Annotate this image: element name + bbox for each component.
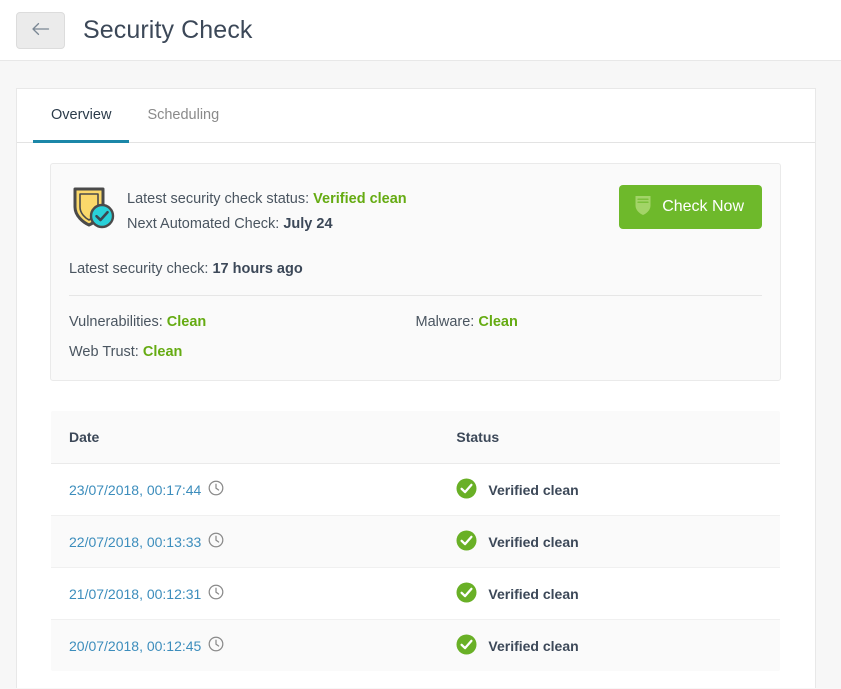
tab-bar: Overview Scheduling — [17, 89, 815, 143]
back-arrow-icon — [31, 22, 50, 39]
status-label: Verified clean — [488, 637, 579, 654]
tab-overview[interactable]: Overview — [33, 89, 130, 143]
latest-check-line: Latest security check: 17 hours ago — [69, 261, 762, 277]
cell-date: 21/07/2018, 00:12:31 — [51, 567, 438, 620]
date-link[interactable]: 22/07/2018, 00:13:33 — [69, 534, 201, 550]
page-title: Security Check — [83, 15, 253, 44]
date-link[interactable]: 20/07/2018, 00:12:45 — [69, 638, 201, 654]
latest-status-line: Latest security check status: Verified c… — [127, 187, 619, 212]
back-button[interactable] — [16, 11, 65, 49]
panel-divider — [69, 295, 762, 296]
status-text-lines: Latest security check status: Verified c… — [127, 183, 619, 237]
shield-icon — [633, 194, 653, 221]
clock-icon — [208, 636, 224, 655]
status-label: Verified clean — [488, 533, 579, 550]
web-trust-value: Clean — [142, 344, 183, 360]
table-header-row: Date Status — [51, 411, 780, 464]
date-link[interactable]: 21/07/2018, 00:12:31 — [69, 586, 201, 602]
clock-icon — [208, 584, 224, 603]
check-item-malware: Malware: Clean — [416, 314, 763, 330]
tab-overview-label: Overview — [51, 106, 112, 123]
check-item-web-trust: Web Trust: Clean — [69, 344, 416, 360]
check-circle-icon — [456, 582, 477, 606]
check-circle-icon — [456, 530, 477, 554]
cell-status: Verified clean — [437, 463, 780, 516]
clock-icon — [208, 532, 224, 551]
latest-status-value: Verified clean — [313, 191, 407, 207]
column-header-status[interactable]: Status — [437, 411, 780, 464]
check-circle-icon — [456, 634, 477, 658]
malware-label: Malware: — [415, 314, 475, 330]
column-header-date[interactable]: Date — [51, 411, 438, 464]
status-label: Verified clean — [488, 481, 579, 498]
next-check-value: July 24 — [283, 216, 333, 232]
clock-icon — [208, 480, 224, 499]
cell-date: 22/07/2018, 00:13:33 — [51, 515, 438, 568]
content-card: Overview Scheduling Latest security chec… — [16, 88, 816, 688]
top-header-bar: Security Check — [0, 0, 841, 61]
next-check-label: Next Automated Check: — [127, 216, 280, 232]
cell-date: 20/07/2018, 00:12:45 — [51, 619, 438, 671]
status-label: Verified clean — [488, 585, 579, 602]
check-item-vulnerabilities: Vulnerabilities: Clean — [69, 314, 416, 330]
vulnerabilities-value: Clean — [166, 314, 207, 330]
latest-check-value: 17 hours ago — [212, 261, 303, 277]
history-table-wrapper: Date Status 23/07/2018, 00:17:44 Verifie… — [17, 381, 815, 672]
status-panel-wrapper: Latest security check status: Verified c… — [17, 143, 815, 381]
table-row[interactable]: 22/07/2018, 00:13:33 Verified clean — [51, 515, 780, 568]
checks-grid: Vulnerabilities: Clean Malware: Clean We… — [69, 314, 762, 360]
cell-status: Verified clean — [437, 567, 780, 620]
web-trust-label: Web Trust: — [69, 344, 139, 360]
cell-date: 23/07/2018, 00:17:44 — [51, 463, 438, 516]
check-circle-icon — [456, 478, 477, 502]
latest-check-label: Latest security check: — [69, 261, 209, 277]
check-now-label: Check Now — [662, 198, 744, 215]
table-row[interactable]: 23/07/2018, 00:17:44 Verified clean — [51, 463, 780, 516]
table-row[interactable]: 21/07/2018, 00:12:31 Verified clean — [51, 567, 780, 620]
table-body: 23/07/2018, 00:17:44 Verified clean 22/0… — [51, 463, 780, 671]
next-check-line: Next Automated Check: July 24 — [127, 212, 619, 237]
status-panel-top-row: Latest security check status: Verified c… — [69, 183, 762, 237]
tab-scheduling[interactable]: Scheduling — [129, 89, 237, 143]
date-link[interactable]: 23/07/2018, 00:17:44 — [69, 482, 201, 498]
table-row[interactable]: 20/07/2018, 00:12:45 Verified clean — [51, 619, 780, 671]
vulnerabilities-label: Vulnerabilities: — [69, 314, 163, 330]
check-now-button[interactable]: Check Now — [619, 185, 762, 229]
latest-status-label: Latest security check status: — [127, 191, 310, 207]
tab-scheduling-label: Scheduling — [147, 106, 220, 123]
cell-status: Verified clean — [437, 515, 780, 568]
security-check-history-table: Date Status 23/07/2018, 00:17:44 Verifie… — [50, 410, 781, 672]
table-head: Date Status — [51, 411, 780, 464]
shield-check-icon — [69, 183, 117, 234]
security-status-panel: Latest security check status: Verified c… — [50, 163, 781, 381]
malware-value: Clean — [478, 314, 518, 330]
cell-status: Verified clean — [437, 619, 780, 671]
